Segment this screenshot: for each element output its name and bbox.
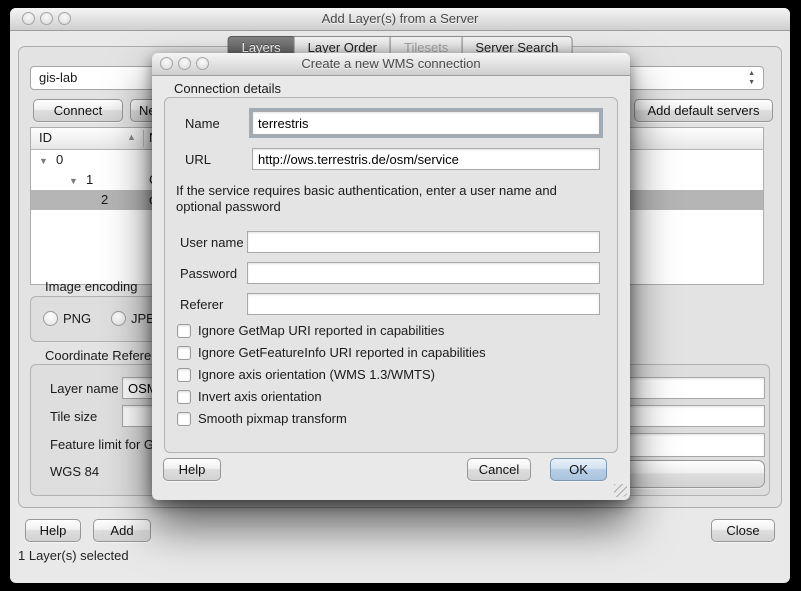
username-input[interactable]: [247, 231, 600, 253]
cell-id: 0: [56, 150, 63, 170]
window-title: Add Layer(s) from a Server: [10, 11, 790, 26]
password-input[interactable]: [247, 262, 600, 284]
dialog-title: Create a new WMS connection: [152, 56, 630, 71]
dialog-titlebar[interactable]: Create a new WMS connection: [152, 53, 630, 76]
checkbox-icon[interactable]: [177, 346, 191, 360]
checkbox-label: Invert axis orientation: [198, 389, 322, 404]
checkbox-label: Ignore axis orientation (WMS 1.3/WMTS): [198, 367, 435, 382]
checkbox-icon[interactable]: [177, 324, 191, 338]
checkbox-invert-axis-orientation[interactable]: Invert axis orientation: [177, 389, 322, 404]
layer-name-label: Layer name: [50, 381, 119, 396]
crs-value-label: WGS 84: [50, 464, 99, 479]
sort-ascending-icon: ▲: [127, 132, 136, 142]
status-text: 1 Layer(s) selected: [18, 548, 129, 563]
radio-button-icon[interactable]: [111, 311, 126, 326]
close-button[interactable]: Close: [711, 519, 775, 542]
column-header-id[interactable]: ID: [39, 130, 52, 145]
checkbox-icon[interactable]: [177, 368, 191, 382]
connect-button[interactable]: Connect: [33, 99, 123, 122]
checkbox-label: Ignore GetMap URI reported in capabiliti…: [198, 323, 444, 338]
main-help-button[interactable]: Help: [25, 519, 81, 542]
expander-icon[interactable]: ▼: [39, 151, 48, 171]
cell-id: 1: [86, 170, 93, 190]
add-button[interactable]: Add: [93, 519, 151, 542]
server-connection-value: gis-lab: [39, 70, 77, 85]
username-label: User name: [180, 235, 244, 250]
name-label: Name: [185, 116, 220, 131]
checkbox-label: Smooth pixmap transform: [198, 411, 347, 426]
add-default-servers-button[interactable]: Add default servers: [634, 99, 773, 122]
url-input[interactable]: [252, 148, 600, 170]
resize-grip[interactable]: [614, 484, 627, 497]
checkbox-icon[interactable]: [177, 412, 191, 426]
radio-button-icon[interactable]: [43, 311, 58, 326]
checkbox-icon[interactable]: [177, 390, 191, 404]
dialog-help-button[interactable]: Help: [163, 458, 221, 481]
checkbox-label: Ignore GetFeatureInfo URI reported in ca…: [198, 345, 486, 360]
checkbox-ignore-axis-orientation[interactable]: Ignore axis orientation (WMS 1.3/WMTS): [177, 367, 435, 382]
checkbox-smooth-pixmap[interactable]: Smooth pixmap transform: [177, 411, 347, 426]
column-divider[interactable]: [143, 130, 144, 147]
auth-note: If the service requires basic authentica…: [176, 183, 588, 215]
referer-label: Referer: [180, 297, 223, 312]
expander-icon[interactable]: ▼: [69, 171, 78, 191]
connection-details-label: Connection details: [174, 81, 281, 96]
tile-size-label: Tile size: [50, 409, 97, 424]
name-input[interactable]: [252, 111, 600, 135]
main-titlebar[interactable]: Add Layer(s) from a Server: [10, 8, 790, 31]
image-encoding-label: Image encoding: [45, 279, 138, 294]
cell-id: 2: [101, 190, 108, 210]
referer-input[interactable]: [247, 293, 600, 315]
radio-png[interactable]: PNG: [43, 311, 91, 326]
select-stepper-icon: ▲▼: [748, 69, 755, 87]
wms-connection-dialog: Create a new WMS connection Connection d…: [152, 53, 630, 500]
password-label: Password: [180, 266, 237, 281]
checkbox-ignore-getfeatureinfo[interactable]: Ignore GetFeatureInfo URI reported in ca…: [177, 345, 486, 360]
cancel-button[interactable]: Cancel: [467, 458, 531, 481]
ok-button[interactable]: OK: [550, 458, 607, 481]
radio-png-label: PNG: [63, 311, 91, 326]
checkbox-ignore-getmap[interactable]: Ignore GetMap URI reported in capabiliti…: [177, 323, 444, 338]
url-label: URL: [185, 152, 211, 167]
